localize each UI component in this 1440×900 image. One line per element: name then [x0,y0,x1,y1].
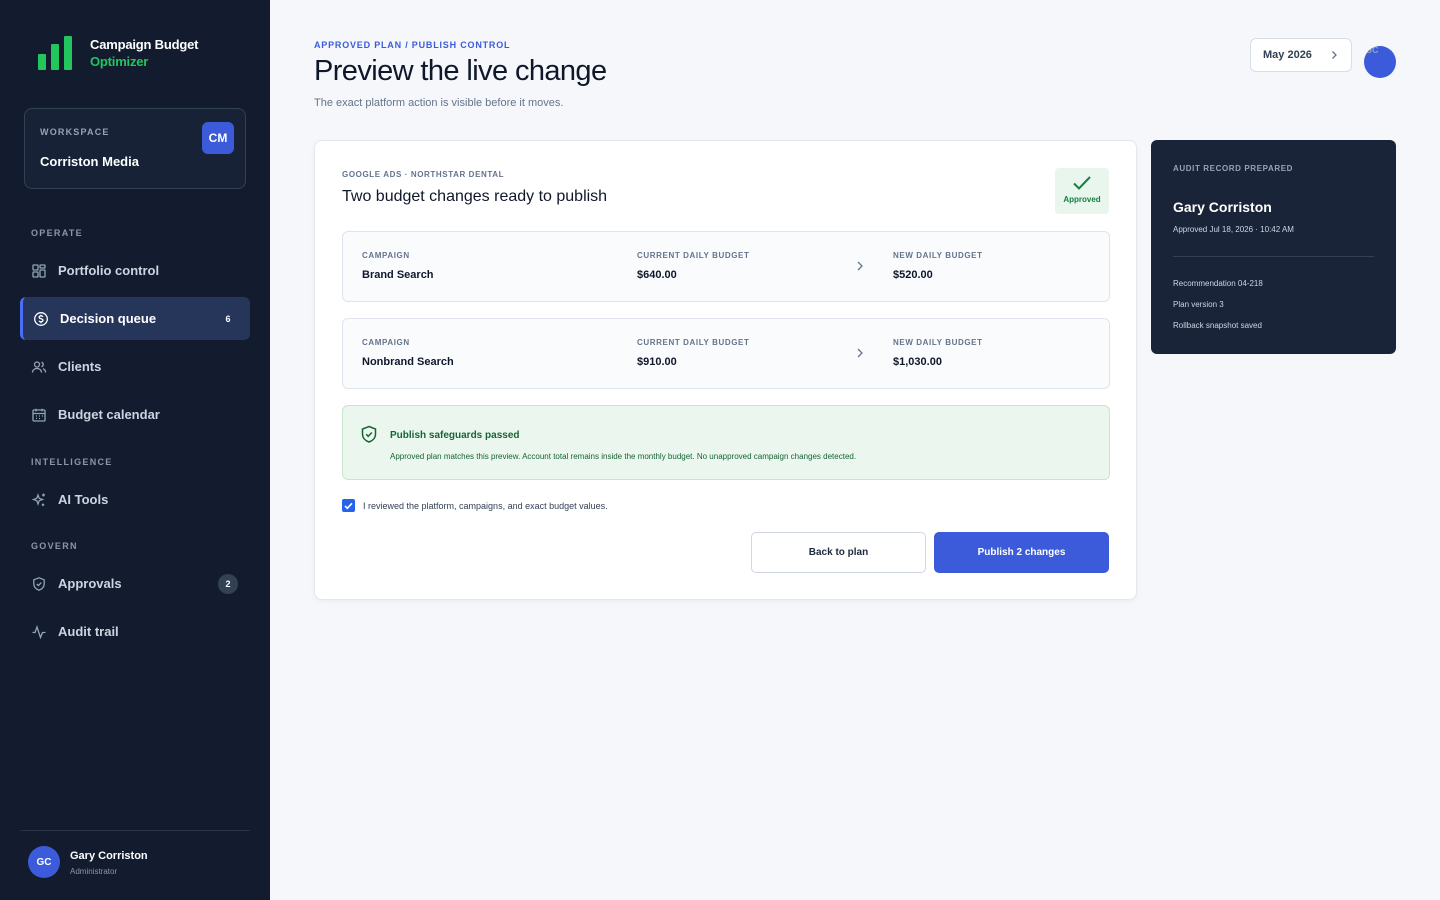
approved-badge-label: Approved [1063,195,1101,204]
grid-icon [32,263,46,278]
check-icon [344,502,353,509]
campaign-name: Nonbrand Search [362,356,454,368]
check-icon [1073,176,1091,190]
page-subtitle: The exact platform action is visible bef… [314,97,564,109]
chevron-right-icon [857,348,863,358]
audit-approved-time: Approved Jul 18, 2026 · 10:42 AM [1173,225,1294,234]
nav-section-intelligence: INTELLIGENCE [31,457,113,467]
sidebar: Campaign Budget Optimizer WORKSPACE Corr… [0,0,270,900]
sidebar-item-label: Budget calendar [58,407,160,422]
current-budget-value: $640.00 [637,269,677,281]
publish-preview-card: GOOGLE ADS · NORTHSTAR DENTAL Two budget… [314,140,1137,600]
sidebar-item-budget-calendar[interactable]: Budget calendar [20,393,250,436]
back-to-plan-button[interactable]: Back to plan [751,532,926,573]
user-name: Gary Corriston [70,850,148,862]
sidebar-item-audit-trail[interactable]: Audit trail [20,610,250,653]
budget-change-row: CAMPAIGN Nonbrand Search CURRENT DAILY B… [342,318,1110,389]
month-picker-label: May 2026 [1263,49,1312,61]
new-budget-value: $1,030.00 [893,356,942,368]
sidebar-item-clients[interactable]: Clients [20,345,250,388]
review-checkbox[interactable] [342,499,355,512]
sidebar-item-label: Approvals [58,576,122,591]
audit-recommendation-id: Recommendation 04-218 [1173,279,1263,288]
users-icon [31,360,47,373]
review-label: I reviewed the platform, campaigns, and … [363,500,608,511]
dollar-circle-icon [34,311,48,326]
nav-section-govern: GOVERN [31,541,78,551]
workspace-badge: CM [202,122,234,154]
activity-icon [32,624,46,639]
budget-change-row: CAMPAIGN Brand Search CURRENT DAILY BUDG… [342,231,1110,302]
sparkle-icon [31,492,45,506]
audit-approver-name: Gary Corriston [1173,199,1272,215]
calendar-icon [32,408,46,422]
approved-badge: Approved [1055,168,1109,214]
current-budget-value: $910.00 [637,356,677,368]
chevron-right-icon [857,261,863,271]
shield-icon [33,576,45,591]
campaign-label: CAMPAIGN [362,251,410,260]
audit-plan-version: Plan version 3 [1173,300,1224,309]
new-budget-value: $520.00 [893,269,933,281]
breadcrumb: APPROVED PLAN / PUBLISH CONTROL [314,40,511,50]
workspace-switcher[interactable]: WORKSPACE Corriston Media CM [24,108,246,189]
sidebar-item-label: AI Tools [58,492,109,507]
card-title: Two budget changes ready to publish [342,188,608,205]
campaign-label: CAMPAIGN [362,338,410,347]
sidebar-item-label: Clients [58,359,102,374]
chevron-right-icon [1332,51,1337,59]
bar-chart-logo-icon [38,36,72,70]
sidebar-item-label: Audit trail [58,624,119,639]
header-avatar-initials: GC [1365,46,1379,55]
month-picker[interactable]: May 2026 [1250,38,1352,72]
audit-record-label: AUDIT RECORD PREPARED [1173,164,1294,173]
campaign-name: Brand Search [362,269,434,281]
page-title: Preview the live change [314,55,607,87]
user-profile[interactable]: GC Gary Corriston Administrator [20,830,250,900]
sidebar-item-label: Decision queue [60,311,157,326]
safeguards-panel: Publish safeguards passed Approved plan … [342,405,1110,480]
sidebar-item-label: Portfolio control [58,263,160,278]
brand-name: Campaign Budget [90,37,199,52]
sidebar-item-approvals[interactable]: Approvals 2 [20,562,250,605]
sidebar-item-portfolio-control[interactable]: Portfolio control [20,249,250,292]
safeguards-description: Approved plan matches this preview. Acco… [390,452,857,461]
nav-section-operate: OPERATE [31,228,83,238]
user-role: Administrator [70,867,118,876]
sidebar-item-ai-tools[interactable]: AI Tools [20,478,250,521]
publish-changes-button[interactable]: Publish 2 changes [934,532,1109,573]
divider [1173,256,1374,257]
header-avatar[interactable]: GC [1364,46,1396,78]
sidebar-item-decision-queue[interactable]: Decision queue 6 [20,297,250,340]
safeguards-title: Publish safeguards passed [390,430,520,441]
review-confirmation[interactable]: I reviewed the platform, campaigns, and … [342,499,608,512]
shield-check-icon [361,425,377,443]
new-budget-label: NEW DAILY BUDGET [893,338,983,347]
current-budget-label: CURRENT DAILY BUDGET [637,251,750,260]
audit-record-card: AUDIT RECORD PREPARED Gary Corriston App… [1151,140,1396,354]
audit-rollback-status: Rollback snapshot saved [1173,321,1262,330]
avatar: GC [28,846,60,878]
brand-sub: Optimizer [90,54,149,69]
workspace-label: WORKSPACE [40,127,110,137]
new-budget-label: NEW DAILY BUDGET [893,251,983,260]
approvals-count: 2 [218,574,238,594]
decision-queue-count: 6 [225,314,231,324]
workspace-name: Corriston Media [40,154,139,169]
brand[interactable]: Campaign Budget Optimizer [38,36,198,70]
platform-account-label: GOOGLE ADS · NORTHSTAR DENTAL [342,170,505,179]
current-budget-label: CURRENT DAILY BUDGET [637,338,750,347]
